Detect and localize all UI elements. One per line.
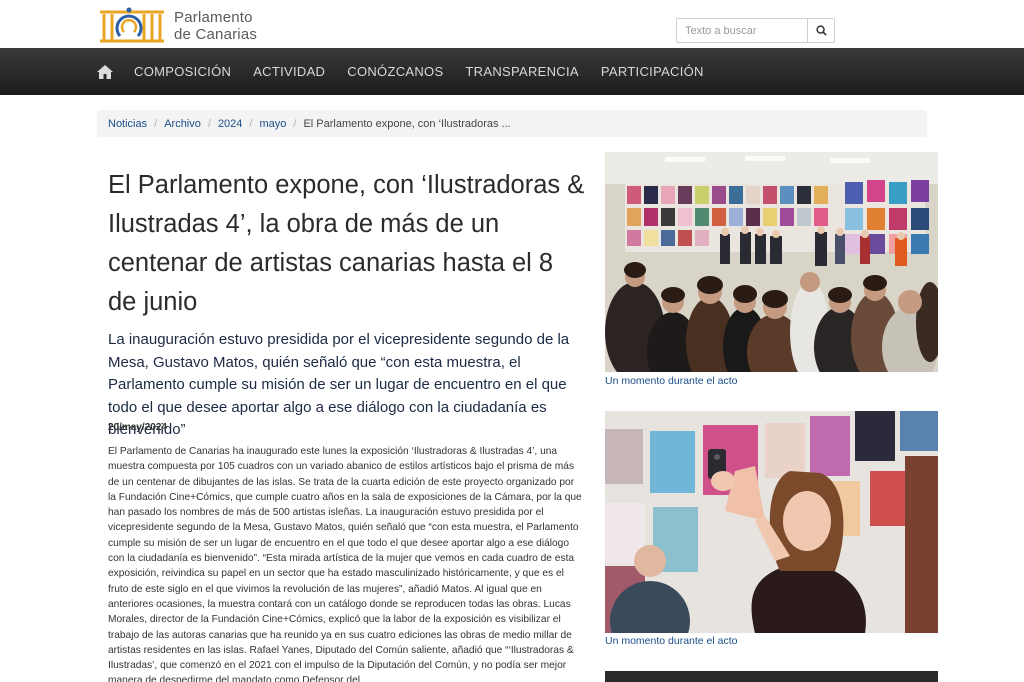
article-title: El Parlamento expone, con ‘Ilustradoras … [108, 171, 585, 316]
nav-item-composicion[interactable]: COMPOSICIÓN [134, 64, 231, 79]
article-photo-2[interactable] [605, 411, 938, 633]
search-input[interactable] [677, 19, 807, 42]
nav-item-conozcanos[interactable]: CONÓZCANOS [347, 64, 443, 79]
breadcrumb-separator: / [249, 117, 253, 130]
home-icon[interactable] [96, 63, 114, 81]
article-body: El Parlamento de Canarias ha inaugurado … [108, 446, 582, 682]
article-lead: La inauguración estuvo presidida por el … [108, 331, 570, 438]
breadcrumb-month[interactable]: mayo [259, 118, 286, 130]
breadcrumb: Noticias / Archivo / 2024 / mayo / El Pa… [97, 110, 927, 137]
article-date: 20/may/2024 [108, 422, 167, 433]
breadcrumb-separator: / [293, 117, 297, 130]
breadcrumb-separator: / [207, 117, 211, 130]
breadcrumb-archivo[interactable]: Archivo [164, 118, 201, 130]
parliament-logo-icon[interactable] [98, 2, 168, 44]
photo-1-caption[interactable]: Un momento durante el acto [605, 375, 738, 387]
nav-item-participacion[interactable]: PARTICIPACIÓN [601, 64, 704, 79]
article-photo-3[interactable] [605, 671, 938, 682]
nav-item-transparencia[interactable]: TRANSPARENCIA [465, 64, 578, 79]
nav-item-actividad[interactable]: ACTIVIDAD [253, 64, 325, 79]
article-photo-1[interactable] [605, 152, 938, 372]
breadcrumb-current: El Parlamento expone, con ‘Ilustradoras … [303, 117, 511, 130]
main-navigation: COMPOSICIÓN ACTIVIDAD CONÓZCANOS TRANSPA… [0, 48, 1024, 95]
breadcrumb-separator: / [154, 117, 158, 130]
search-form [676, 18, 835, 43]
site-name-line2: de Canarias [174, 26, 258, 43]
site-name[interactable]: Parlamento de Canarias [174, 9, 257, 43]
breadcrumb-noticias[interactable]: Noticias [108, 118, 147, 130]
photo-2-caption[interactable]: Un momento durante el acto [605, 635, 738, 647]
search-icon [815, 25, 827, 36]
site-name-line1: Parlamento [174, 9, 253, 26]
search-button[interactable] [807, 19, 834, 42]
breadcrumb-year[interactable]: 2024 [218, 118, 242, 130]
site-header: Parlamento de Canarias [0, 0, 1024, 48]
